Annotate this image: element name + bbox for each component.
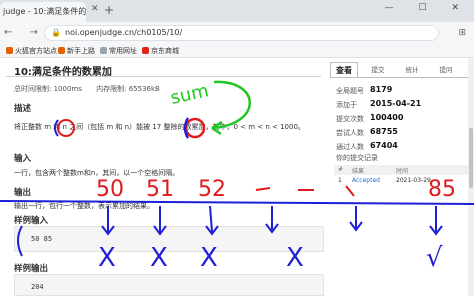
tab-bar: judge - 10:满足条件的数 ✕ + — ☐ ✕ <box>0 0 474 22</box>
divider <box>330 77 474 78</box>
output-heading: 输出 <box>14 188 32 198</box>
jd-icon <box>142 47 149 54</box>
memory-limit: 内存限制: 65536kB <box>96 85 160 93</box>
folder-icon <box>100 47 107 54</box>
bookmark-item[interactable]: 新手上路 <box>58 46 95 56</box>
tab-title: judge - 10:满足条件的数 <box>3 7 86 16</box>
extensions-icon[interactable]: ⊞ <box>458 28 466 38</box>
sample-output-heading: 样例输出 <box>14 264 49 274</box>
bookmark-item[interactable]: 京东商城 <box>142 46 179 56</box>
page-content: 10:满足条件的数累加 总时间限制: 1000ms 内存限制: 65536kB … <box>0 58 474 296</box>
window-controls[interactable]: — ☐ ✕ <box>385 3 470 13</box>
new-tab-icon[interactable]: + <box>104 3 114 17</box>
sample-input-box: 50 85 <box>14 226 324 252</box>
sample-input-heading: 样例输入 <box>14 216 49 226</box>
firefox-icon <box>58 47 65 54</box>
output-text: 输出一行，包行一个整数，表示累加的结果。 <box>14 202 154 210</box>
sample-input-value: 50 85 <box>31 235 53 243</box>
stat-row: 尝试人数 68755 <box>336 127 398 137</box>
scroll-thumb[interactable] <box>469 128 473 188</box>
tab-view[interactable]: 查看 <box>330 62 358 78</box>
scrollbar[interactable] <box>468 58 474 296</box>
tab-submit[interactable]: 提交 <box>364 62 392 78</box>
records-header: # 结果 时间 <box>334 165 474 175</box>
record-result-link[interactable]: Accepted <box>352 177 380 184</box>
limits: 总时间限制: 1000ms 内存限制: 65536kB <box>14 84 172 94</box>
browser-tab[interactable]: judge - 10:满足条件的数 <box>0 2 86 22</box>
side-tabs: 查看 提交 统计 提问 <box>330 62 474 78</box>
firefox-icon <box>6 47 13 54</box>
sample-output-box: 204 <box>14 274 324 296</box>
tab-close-icon[interactable]: ✕ <box>91 4 99 14</box>
sample-output-value: 204 <box>31 283 44 291</box>
tab-ask[interactable]: 提问 <box>432 62 460 78</box>
input-text: 一行，包含两个整数m和n，其间，以一个空格间隔。 <box>14 169 180 177</box>
time-limit: 总时间限制: 1000ms <box>14 85 82 93</box>
lock-icon: 🔒 <box>51 28 61 37</box>
stat-row: 添加于 2015-04-21 <box>336 99 422 109</box>
tab-stats[interactable]: 统计 <box>398 62 426 78</box>
stat-row: 通过人数 67404 <box>336 141 398 151</box>
url-field[interactable]: 🔒 noi.openjudge.cn/ch0105/10/ <box>44 25 439 41</box>
stat-row: 提交次数 100400 <box>336 113 404 123</box>
address-bar-row: ← → ⟳ 🔒 noi.openjudge.cn/ch0105/10/ ⊞ <box>0 22 474 44</box>
description-heading: 描述 <box>14 104 32 114</box>
bookmark-item[interactable]: 火狐官方站点 <box>6 46 57 56</box>
divider <box>6 76 321 77</box>
record-row: 1 Accepted 2021-03-29 <box>338 177 431 184</box>
description-text: 将正整数 m 和 n 之间（包括 m 和 n）能被 17 整除的数累加，其中，0… <box>14 123 305 131</box>
bookmark-item[interactable]: 常用网址 <box>100 46 137 56</box>
records-title: 你的提交记录 <box>336 154 378 162</box>
url-text[interactable]: noi.openjudge.cn/ch0105/10/ <box>65 28 182 37</box>
input-heading: 输入 <box>14 154 32 164</box>
stat-row: 全局题号 8179 <box>336 85 393 95</box>
bookmarks-bar: 火狐官方站点 新手上路 常用网址 京东商城 <box>0 44 474 58</box>
